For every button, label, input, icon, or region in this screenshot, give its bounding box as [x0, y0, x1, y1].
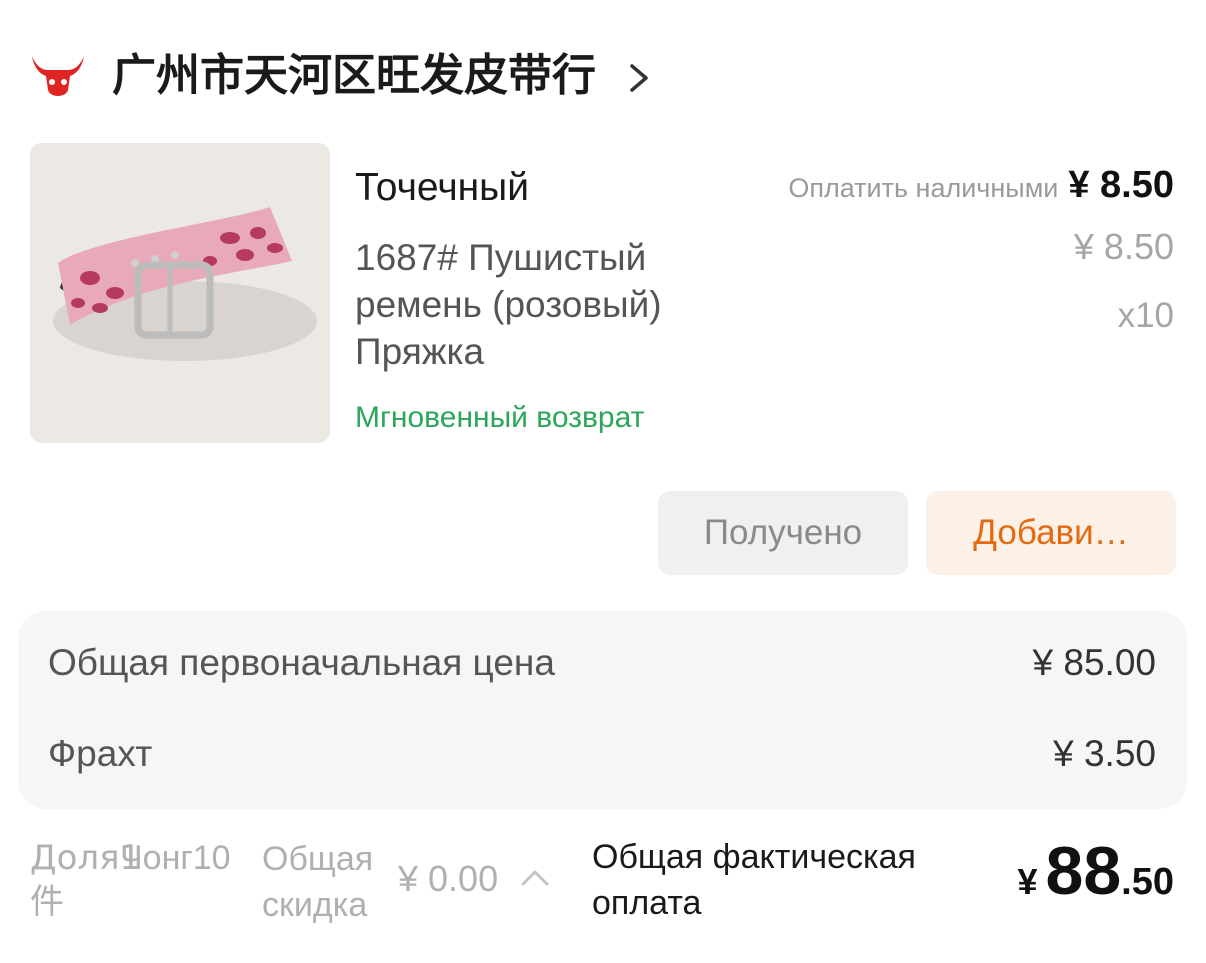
share-label: Доля1件 — [30, 838, 142, 922]
total-payment-value: ¥ 88 .50 — [1018, 832, 1175, 910]
discount-label[interactable]: Общая скидка — [262, 836, 402, 928]
freight-value: ¥ 3.50 — [1053, 733, 1156, 774]
chevron-up-icon[interactable] — [518, 862, 552, 892]
original-total-label: Общая первоначальная цена — [48, 642, 555, 683]
discount-value[interactable]: ¥ 0.00 — [398, 858, 498, 900]
total-currency: ¥ — [1017, 861, 1038, 902]
total-integer: 88 — [1045, 833, 1122, 909]
chevron-right-icon[interactable] — [624, 58, 654, 98]
freight-label: Фрахт — [48, 733, 153, 774]
original-total-value: ¥ 85.00 — [1032, 642, 1156, 683]
price-summary-card — [18, 611, 1187, 809]
bull-head-icon — [30, 52, 86, 102]
instant-return-tag: Мгновенный возврат — [355, 401, 645, 434]
shop-name[interactable]: 广州市天河区旺发皮带行 — [112, 46, 596, 106]
price-paid-value: ¥ 8.50 — [1068, 164, 1174, 206]
total-payment-label: Общая фактическая оплата — [592, 838, 916, 922]
quantity: x10 — [1117, 296, 1174, 335]
price-caption: Оплатить наличными — [788, 173, 1059, 203]
product-image[interactable] — [30, 143, 330, 443]
add-button[interactable]: Добави… — [926, 491, 1176, 575]
total-decimal: .50 — [1121, 861, 1174, 903]
received-button[interactable]: Получено — [658, 491, 908, 575]
product-type: Точечный — [355, 166, 529, 209]
price-paid: Оплатить наличными ¥ 8.50 — [788, 164, 1174, 207]
count-label: Чонг10 — [120, 839, 231, 877]
unit-price: ¥ 8.50 — [1073, 226, 1174, 267]
product-description[interactable]: 1687# Пушистый ремень (розовый) Пряжка — [355, 234, 725, 375]
